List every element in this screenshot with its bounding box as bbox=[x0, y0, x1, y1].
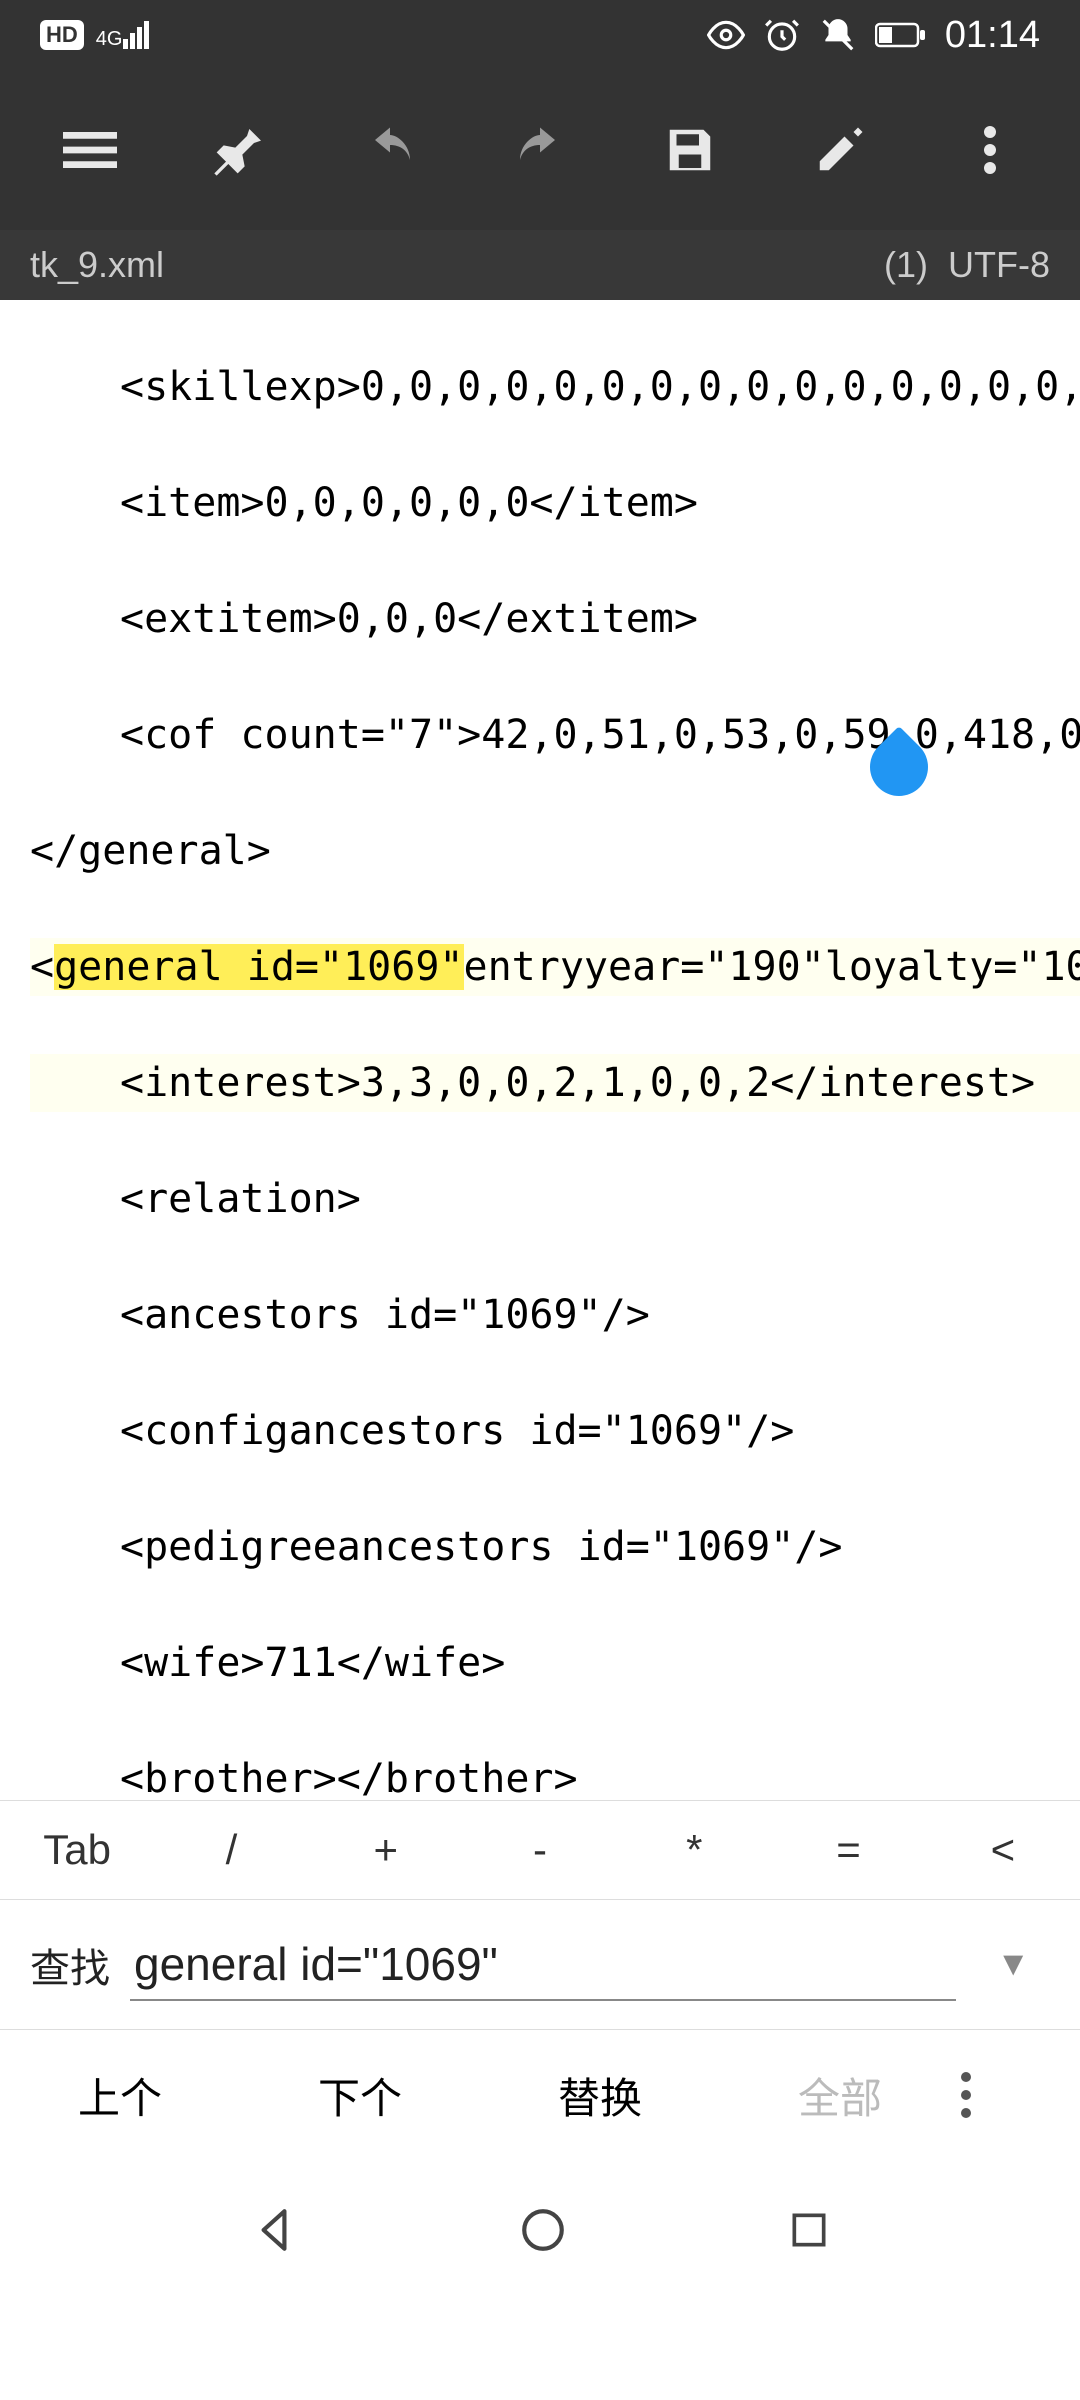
network-icon: 4G bbox=[96, 21, 150, 49]
code-line[interactable]: <extitem>0,0,0</extitem> bbox=[30, 590, 1080, 648]
search-match[interactable]: general id="1069" bbox=[54, 944, 463, 990]
symbol-shortcut-row: Tab / + - * = < bbox=[0, 1800, 1080, 1900]
file-meta: (1) UTF-8 bbox=[884, 244, 1050, 286]
battery-icon bbox=[875, 21, 927, 49]
status-bar: HD 4G 01:14 bbox=[0, 0, 1080, 70]
all-button[interactable]: 全部 bbox=[720, 2065, 960, 2126]
key-plus[interactable]: + bbox=[309, 1826, 463, 1874]
code-line[interactable]: <interest>3,3,0,0,2,1,0,0,2</interest> bbox=[30, 1054, 1080, 1112]
search-bar: 查找 ▼ bbox=[0, 1900, 1080, 2030]
file-name: tk_9.xml bbox=[30, 244, 164, 286]
hd-badge: HD bbox=[40, 20, 84, 50]
recent-icon[interactable] bbox=[787, 2208, 831, 2252]
home-icon[interactable] bbox=[518, 2205, 568, 2255]
undo-icon[interactable] bbox=[350, 124, 430, 176]
code-line[interactable]: <wife>711</wife> bbox=[30, 1634, 1080, 1692]
key-minus[interactable]: - bbox=[463, 1826, 617, 1874]
code-line[interactable]: <pedigreeancestors id="1069"/> bbox=[30, 1518, 1080, 1576]
code-line[interactable]: </general> bbox=[30, 822, 1080, 880]
code-line[interactable]: <skillexp>0,0,0,0,0,0,0,0,0,0,0,0,0,0,0,… bbox=[30, 358, 1080, 416]
alarm-icon bbox=[763, 16, 801, 54]
key-star[interactable]: * bbox=[617, 1826, 771, 1874]
code-line[interactable]: <ancestors id="1069"/> bbox=[30, 1286, 1080, 1344]
search-input[interactable] bbox=[130, 1929, 956, 2001]
key-lessthan[interactable]: < bbox=[926, 1826, 1080, 1874]
code-line[interactable]: <brother></brother> bbox=[30, 1750, 1080, 1800]
clock-time: 01:14 bbox=[945, 14, 1040, 57]
redo-icon[interactable] bbox=[500, 124, 580, 176]
key-slash[interactable]: / bbox=[154, 1826, 308, 1874]
key-equals[interactable]: = bbox=[771, 1826, 925, 1874]
dropdown-icon[interactable]: ▼ bbox=[976, 1945, 1050, 1984]
save-icon[interactable] bbox=[650, 123, 730, 177]
menu-icon[interactable] bbox=[50, 123, 130, 177]
file-info-bar: tk_9.xml (1) UTF-8 bbox=[0, 230, 1080, 300]
edit-icon[interactable] bbox=[800, 123, 880, 177]
pin-icon[interactable] bbox=[200, 122, 280, 178]
search-label: 查找 bbox=[30, 1936, 110, 1994]
more-options-icon[interactable] bbox=[960, 2071, 1080, 2119]
mute-icon bbox=[819, 16, 857, 54]
system-nav-bar bbox=[0, 2160, 1080, 2300]
code-line[interactable]: <general id="1069"entryyear="190"loyalty… bbox=[30, 938, 1080, 996]
search-actions: 上个 下个 替换 全部 bbox=[0, 2030, 1080, 2160]
key-tab[interactable]: Tab bbox=[0, 1826, 154, 1874]
status-left: HD 4G bbox=[40, 20, 149, 50]
code-line[interactable]: <item>0,0,0,0,0,0</item> bbox=[30, 474, 1080, 532]
replace-button[interactable]: 替换 bbox=[480, 2065, 720, 2126]
next-button[interactable]: 下个 bbox=[240, 2065, 480, 2126]
code-editor[interactable]: <skillexp>0,0,0,0,0,0,0,0,0,0,0,0,0,0,0,… bbox=[0, 300, 1080, 1800]
eye-icon bbox=[707, 16, 745, 54]
app-toolbar bbox=[0, 70, 1080, 230]
code-line[interactable]: <relation> bbox=[30, 1170, 1080, 1228]
status-right: 01:14 bbox=[707, 14, 1040, 57]
prev-button[interactable]: 上个 bbox=[0, 2065, 240, 2126]
more-icon[interactable] bbox=[950, 123, 1030, 177]
code-line[interactable]: <configancestors id="1069"/> bbox=[30, 1402, 1080, 1460]
back-icon[interactable] bbox=[249, 2205, 299, 2255]
